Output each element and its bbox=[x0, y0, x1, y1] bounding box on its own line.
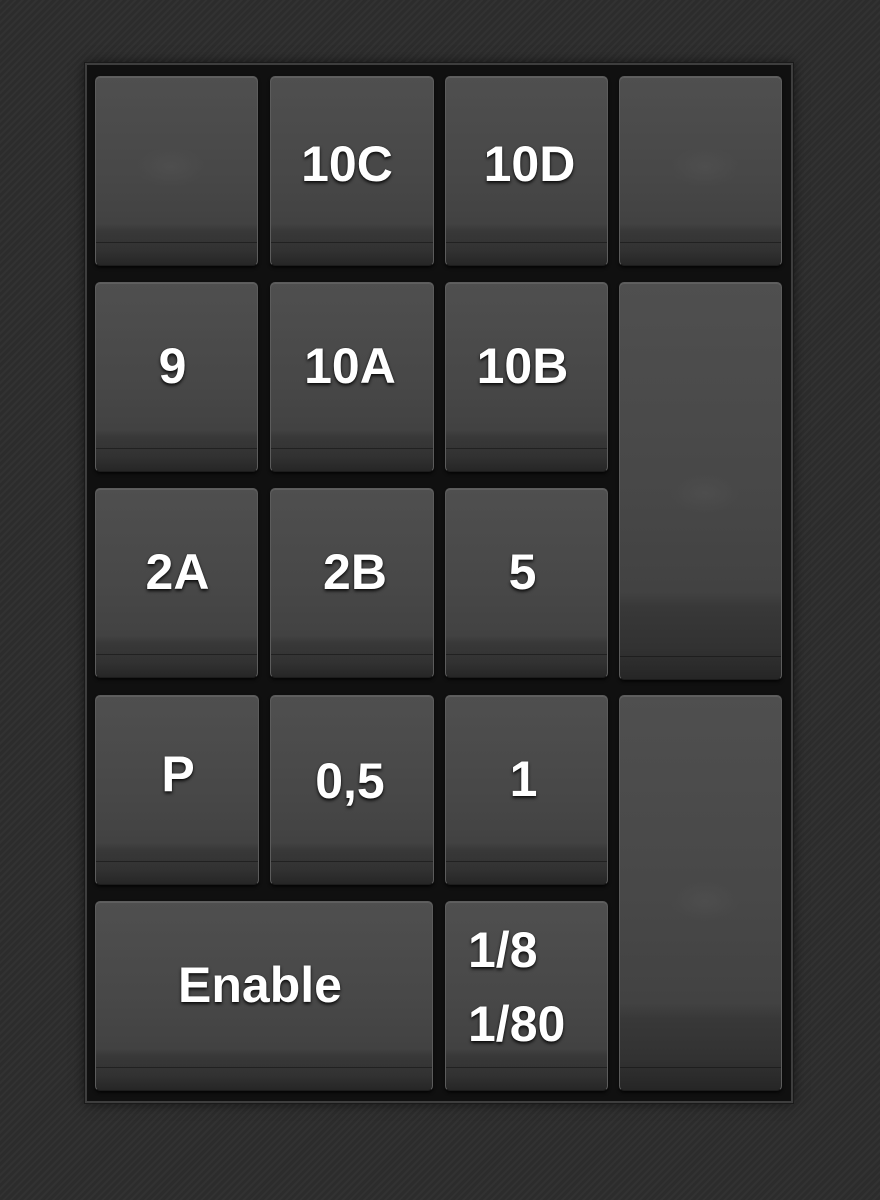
key-1[interactable]: 1 bbox=[445, 695, 608, 885]
key-smudge bbox=[670, 473, 740, 513]
key-label: 1/8 1/80 bbox=[468, 922, 566, 1052]
key-label: 10A bbox=[304, 338, 396, 394]
key-label: Enable bbox=[178, 957, 342, 1013]
enable-button[interactable]: Enable bbox=[95, 901, 433, 1091]
key-p[interactable]: P bbox=[95, 695, 259, 885]
key-smudge bbox=[670, 147, 740, 187]
key-10a[interactable]: 10A bbox=[270, 282, 434, 472]
blank-key-tall-lower[interactable] bbox=[619, 695, 782, 1091]
key-2a[interactable]: 2A bbox=[95, 488, 258, 678]
blank-key-top-left[interactable] bbox=[95, 76, 258, 266]
key-label: 9 bbox=[158, 338, 187, 394]
key-label: 10C bbox=[301, 136, 393, 192]
key-label: 10B bbox=[476, 338, 569, 394]
key-label: 10D bbox=[483, 136, 576, 192]
key-10d[interactable]: 10D bbox=[445, 76, 608, 266]
key-smudge bbox=[136, 147, 206, 187]
key-9[interactable]: 9 bbox=[95, 282, 258, 472]
key-10b[interactable]: 10B bbox=[445, 282, 608, 472]
blank-key-top-right[interactable] bbox=[619, 76, 782, 266]
key-10c[interactable]: 10C bbox=[270, 76, 434, 266]
key-label: 0,5 bbox=[315, 753, 385, 809]
key-smudge bbox=[670, 881, 740, 921]
key-label: 5 bbox=[508, 544, 537, 600]
key-5[interactable]: 5 bbox=[445, 488, 608, 678]
key-label: 2A bbox=[145, 544, 210, 600]
blank-key-tall-upper[interactable] bbox=[619, 282, 782, 680]
key-0-5[interactable]: 0,5 bbox=[270, 695, 434, 885]
key-fraction[interactable]: 1/8 1/80 bbox=[445, 901, 608, 1091]
key-2b[interactable]: 2B bbox=[270, 488, 434, 678]
key-label: 1 bbox=[509, 751, 538, 807]
key-label: 2B bbox=[323, 544, 387, 600]
key-label: P bbox=[161, 746, 195, 802]
